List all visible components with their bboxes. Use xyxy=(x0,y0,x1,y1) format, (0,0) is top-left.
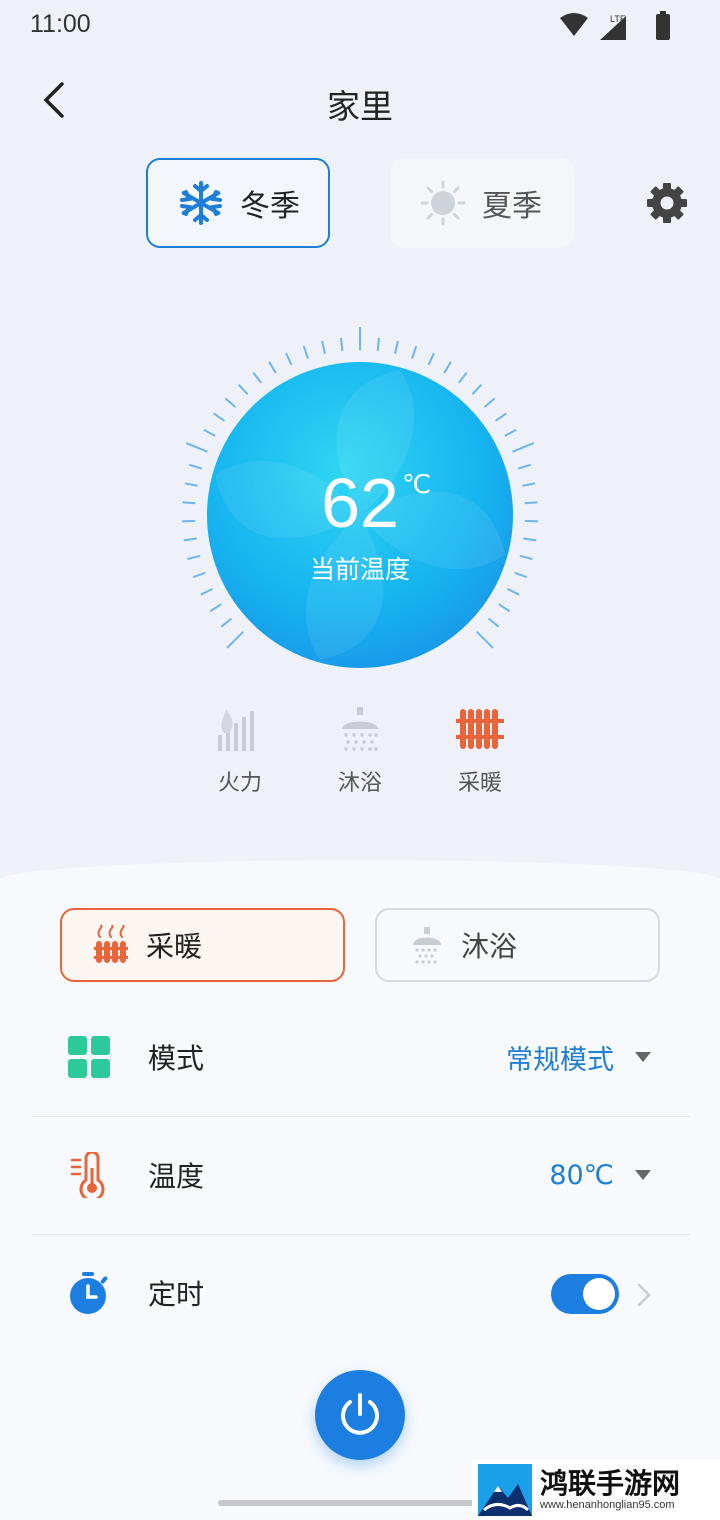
status-item-label: 沐浴 xyxy=(337,771,382,796)
dial-tick xyxy=(458,371,468,384)
dial-tick xyxy=(394,340,399,354)
snowflake-icon xyxy=(180,181,222,225)
status-bar: 11:00 LTE xyxy=(0,0,720,52)
season-summer-button[interactable]: 夏季 xyxy=(390,158,574,248)
dial-tick xyxy=(268,361,277,374)
dial-tick xyxy=(252,371,262,384)
flame-bars-icon xyxy=(218,709,254,751)
page-title: 家里 xyxy=(327,87,393,126)
status-item-label: 采暖 xyxy=(457,771,502,796)
dial-tick xyxy=(376,337,381,352)
timer-label: 定时 xyxy=(148,1278,205,1311)
dial-tick xyxy=(220,617,233,628)
dial-tick xyxy=(484,397,496,408)
status-icons: LTE xyxy=(560,11,670,40)
dial-tick xyxy=(427,352,435,366)
dial-tick xyxy=(209,603,222,613)
tab-heating[interactable]: 采暖 xyxy=(60,908,345,982)
header: 家里 xyxy=(0,60,720,140)
dial-tick xyxy=(185,442,208,453)
watermark: 鸿联手游网 www.henanhonglian95.com xyxy=(472,1460,720,1520)
dial-tick xyxy=(498,603,511,613)
dial-tick xyxy=(512,442,535,453)
timer-toggle[interactable] xyxy=(551,1274,619,1314)
season-summer-label: 夏季 xyxy=(482,189,542,224)
dial-tick xyxy=(213,412,226,422)
power-button[interactable] xyxy=(315,1370,405,1460)
watermark-url: www.henanhonglian95.com xyxy=(540,1499,675,1511)
status-item-power: 火力 xyxy=(185,705,295,797)
home-indicator[interactable] xyxy=(218,1500,502,1506)
season-winter-label: 冬季 xyxy=(240,189,300,224)
toggle-knob xyxy=(583,1278,615,1310)
temperature-row[interactable]: 温度 80℃ xyxy=(32,1116,690,1234)
sun-icon xyxy=(420,180,466,226)
thermometer-icon xyxy=(70,1152,105,1198)
current-temperature-caption: 当前温度 xyxy=(309,555,410,584)
dial-tick xyxy=(475,630,494,649)
grid-icon xyxy=(68,1036,110,1078)
tab-heating-label: 采暖 xyxy=(146,930,203,963)
dial-tick xyxy=(339,337,344,352)
dial-tick xyxy=(321,340,326,354)
dial-tick xyxy=(507,587,520,596)
temperature-value-dropdown[interactable]: 80℃ xyxy=(549,1160,614,1191)
dial-tick xyxy=(504,428,517,437)
caret-down-icon[interactable] xyxy=(634,1051,652,1063)
wifi-icon xyxy=(560,13,588,36)
current-temperature-unit: ℃ xyxy=(402,470,432,500)
tab-bath[interactable]: 沐浴 xyxy=(375,908,660,982)
chevron-right-icon[interactable] xyxy=(636,1282,652,1308)
dial-tick xyxy=(443,361,452,374)
temperature-label: 温度 xyxy=(148,1160,205,1193)
dial-tick xyxy=(203,428,216,437)
battery-icon xyxy=(656,11,670,40)
dial-tick xyxy=(226,630,245,649)
signal-icon: LTE xyxy=(600,14,626,40)
dial-tick xyxy=(200,587,213,596)
dial-tick xyxy=(285,352,293,366)
tab-bath-label: 沐浴 xyxy=(461,930,518,963)
status-item-bath: 沐浴 xyxy=(305,705,415,797)
radiator-icon xyxy=(94,925,128,963)
status-time: 11:00 xyxy=(30,10,91,38)
dial-tick xyxy=(494,412,507,422)
dial-tick xyxy=(471,384,483,395)
mode-row[interactable]: 模式 常规模式 xyxy=(32,998,690,1116)
mode-value-dropdown[interactable]: 常规模式 xyxy=(506,1038,614,1077)
watermark-logo xyxy=(478,1464,532,1516)
timer-icon xyxy=(70,1272,108,1314)
dial-tick xyxy=(411,345,418,359)
radiator-icon xyxy=(456,709,504,749)
dial-tick xyxy=(487,617,500,628)
dial-tick xyxy=(302,345,309,359)
shower-icon xyxy=(342,707,378,751)
season-winter-button[interactable]: 冬季 xyxy=(146,158,330,248)
network-label: LTE xyxy=(610,14,626,24)
dial-tick xyxy=(237,384,249,395)
dial-tick xyxy=(224,397,236,408)
caret-down-icon[interactable] xyxy=(634,1169,652,1181)
shower-icon xyxy=(413,927,441,964)
gear-icon[interactable] xyxy=(644,180,690,226)
mode-label: 模式 xyxy=(148,1042,205,1075)
current-temperature-value: 62 xyxy=(321,464,399,542)
status-item-label: 火力 xyxy=(217,771,262,796)
status-item-heating: 采暖 xyxy=(425,705,535,797)
power-icon xyxy=(341,1393,379,1435)
watermark-title: 鸿联手游网 xyxy=(540,1467,681,1500)
